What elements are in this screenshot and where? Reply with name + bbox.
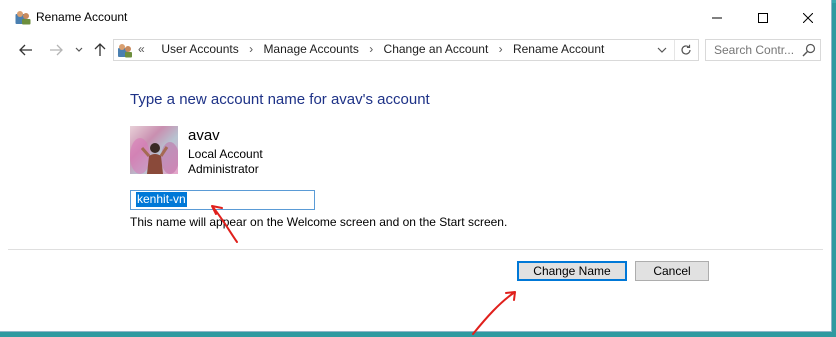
account-name: avav [188, 127, 220, 144]
breadcrumb-separator: › [249, 42, 254, 56]
arrow-right-icon [50, 44, 63, 56]
back-button[interactable] [16, 40, 36, 60]
up-button[interactable] [90, 40, 110, 60]
change-name-button[interactable]: Change Name [517, 261, 627, 281]
breadcrumb-overflow[interactable]: « [138, 42, 145, 56]
account-type: Local Account [188, 147, 263, 161]
account-role: Administrator [188, 162, 259, 176]
search-box[interactable]: Search Contr... [705, 39, 821, 61]
avatar [130, 126, 178, 174]
footer-divider [8, 249, 823, 250]
close-button[interactable] [785, 0, 831, 35]
maximize-button[interactable] [740, 0, 786, 35]
window-title: Rename Account [36, 10, 128, 24]
minimize-button[interactable] [694, 0, 740, 35]
breadcrumb-rename-account[interactable]: Rename Account [513, 42, 604, 56]
selected-name-text: kenhit-vn [136, 192, 187, 207]
chevron-down-icon [75, 47, 83, 52]
breadcrumb-separator: › [498, 42, 503, 56]
address-dropdown-icon[interactable] [655, 43, 669, 57]
arrow-up-icon [94, 43, 106, 56]
account-picture [130, 138, 178, 174]
refresh-icon [681, 44, 691, 55]
new-account-name-input[interactable]: kenhit-vn [130, 190, 315, 210]
maximize-icon [758, 12, 768, 23]
refresh-button[interactable] [674, 40, 697, 60]
control-panel-icon [118, 44, 132, 58]
name-hint-text: This name will appear on the Welcome scr… [130, 215, 508, 229]
breadcrumb-change-an-account[interactable]: Change an Account [384, 42, 489, 56]
forward-button[interactable] [46, 40, 66, 60]
minimize-icon [712, 17, 722, 18]
arrow-left-icon [19, 44, 32, 56]
breadcrumb-user-accounts[interactable]: User Accounts [161, 42, 238, 56]
rename-account-window: Rename Account « User Accounts › Manage … [0, 0, 832, 332]
breadcrumb: « User Accounts › Manage Accounts › Chan… [138, 42, 604, 56]
breadcrumb-manage-accounts[interactable]: Manage Accounts [263, 42, 358, 56]
search-icon [802, 43, 816, 57]
title-bar: Rename Account [0, 0, 831, 35]
address-bar[interactable]: « User Accounts › Manage Accounts › Chan… [113, 39, 699, 61]
cancel-button[interactable]: Cancel [635, 261, 709, 281]
page-heading: Type a new account name for avav's accou… [130, 91, 430, 108]
breadcrumb-separator: › [369, 42, 374, 56]
search-placeholder: Search Contr... [714, 43, 795, 57]
user-accounts-icon [15, 11, 31, 25]
close-icon [803, 12, 813, 23]
recent-locations-button[interactable] [72, 40, 86, 60]
